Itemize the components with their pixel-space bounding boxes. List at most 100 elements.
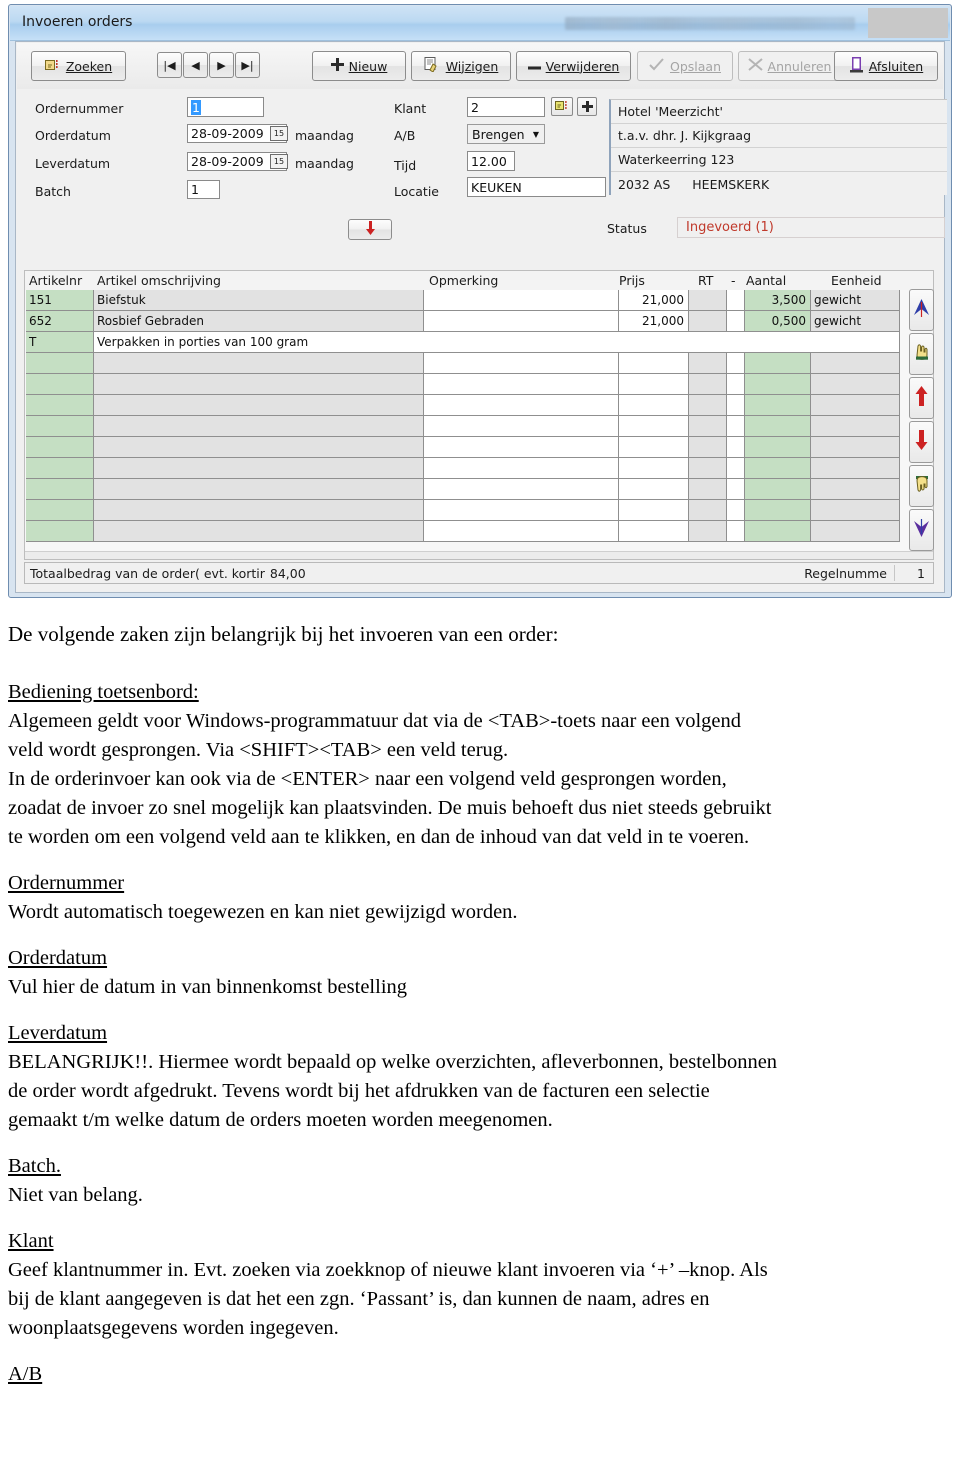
nav-last-button[interactable]: ▶| — [235, 52, 260, 78]
ab-select[interactable]: Brengen ▼ — [467, 124, 545, 144]
cell-omschrijving[interactable] — [94, 437, 424, 458]
cell-artikelnr[interactable] — [26, 416, 94, 437]
cell-opmerking[interactable] — [424, 521, 619, 542]
cell-opmerking[interactable] — [424, 290, 619, 311]
grid-header-aantal[interactable]: Aantal — [746, 273, 786, 288]
wijzigen-button[interactable]: Wijzigen — [411, 51, 511, 81]
cell-aantal[interactable] — [745, 500, 811, 521]
cell-prijs[interactable]: 21,000 — [619, 290, 689, 311]
cell-eenheid[interactable] — [811, 416, 900, 437]
cell-artikelnr[interactable]: 652 — [26, 311, 94, 332]
cell-omschrijving[interactable] — [94, 353, 424, 374]
cell-prijs[interactable] — [619, 437, 689, 458]
cell-aantal[interactable] — [745, 458, 811, 479]
cell-min[interactable] — [727, 437, 745, 458]
leverdatum-calendar-icon[interactable]: 15 — [270, 154, 288, 169]
cell-rt[interactable] — [689, 374, 727, 395]
table-row[interactable] — [26, 416, 900, 437]
cell-opmerking[interactable] — [424, 416, 619, 437]
cell-artikelnr[interactable] — [26, 500, 94, 521]
cell-opmerking[interactable] — [424, 353, 619, 374]
klant-input[interactable]: 2 — [467, 97, 545, 117]
cell-rt[interactable] — [689, 395, 727, 416]
cell-opmerking[interactable] — [424, 374, 619, 395]
annuleren-button[interactable]: Annuleren — [738, 51, 841, 81]
grid-horizontal-scrollbar[interactable] — [25, 551, 933, 559]
go-to-bottom-button[interactable] — [909, 509, 934, 551]
cell-rt[interactable] — [689, 521, 727, 542]
cell-aantal[interactable] — [745, 479, 811, 500]
cell-omschrijving[interactable]: Biefstuk — [94, 290, 424, 311]
copy-down-button[interactable] — [348, 219, 392, 240]
cell-omschrijving[interactable] — [94, 500, 424, 521]
cell-prijs[interactable] — [619, 416, 689, 437]
cell-aantal[interactable] — [745, 395, 811, 416]
cell-opmerking[interactable] — [424, 311, 619, 332]
cell-artikelnr[interactable] — [26, 458, 94, 479]
go-to-top-button[interactable] — [909, 289, 934, 331]
cell-prijs[interactable] — [619, 395, 689, 416]
cell-prijs[interactable] — [619, 521, 689, 542]
cell-min[interactable] — [727, 290, 745, 311]
cell-rt[interactable] — [689, 416, 727, 437]
cell-opmerking[interactable] — [424, 395, 619, 416]
cell-prijs[interactable] — [619, 353, 689, 374]
cell-aantal[interactable]: 3,500 — [745, 290, 811, 311]
cell-artikelnr[interactable]: T — [26, 332, 94, 353]
cell-eenheid[interactable] — [811, 353, 900, 374]
cell-prijs[interactable] — [619, 374, 689, 395]
table-row[interactable] — [26, 353, 900, 374]
afsluiten-button[interactable]: Afsluiten — [834, 51, 938, 81]
cell-artikelnr[interactable] — [26, 479, 94, 500]
cell-rt[interactable] — [689, 458, 727, 479]
cell-omschrijving[interactable] — [94, 374, 424, 395]
cell-omschrijving[interactable]: Rosbief Gebraden — [94, 311, 424, 332]
grid-header-prijs[interactable]: Prijs — [619, 273, 645, 288]
drop-line-button[interactable] — [909, 465, 934, 507]
cell-omschrijving[interactable] — [94, 416, 424, 437]
cell-aantal[interactable] — [745, 353, 811, 374]
cell-opmerking[interactable] — [424, 500, 619, 521]
verwijderen-button[interactable]: Verwijderen — [516, 51, 631, 81]
opslaan-button[interactable]: Opslaan — [637, 51, 733, 81]
grid-header-opmerking[interactable]: Opmerking — [429, 273, 498, 288]
move-line-up-button[interactable] — [909, 377, 934, 419]
nav-first-button[interactable]: |◀ — [157, 52, 182, 78]
cell-artikelnr[interactable] — [26, 437, 94, 458]
grid-header-eenheid[interactable]: Eenheid — [831, 273, 882, 288]
table-row[interactable] — [26, 500, 900, 521]
nav-next-button[interactable]: ▶ — [209, 52, 234, 78]
cell-aantal[interactable] — [745, 416, 811, 437]
batch-input[interactable]: 1 — [187, 180, 220, 199]
grid-header-min[interactable]: - — [731, 273, 736, 288]
cell-artikelnr[interactable] — [26, 521, 94, 542]
cell-rt[interactable] — [689, 437, 727, 458]
cell-eenheid[interactable] — [811, 479, 900, 500]
cell-omschrijving[interactable]: Verpakken in porties van 100 gram — [94, 332, 900, 353]
table-row[interactable]: 151 Biefstuk 21,000 3,500 gewicht — [26, 290, 900, 311]
cell-artikelnr[interactable] — [26, 395, 94, 416]
klant-search-button[interactable] — [551, 97, 573, 116]
cell-eenheid[interactable] — [811, 395, 900, 416]
klant-add-button[interactable] — [577, 97, 597, 116]
tijd-input[interactable]: 12.00 — [467, 151, 515, 171]
orderdatum-calendar-icon[interactable]: 15 — [270, 126, 288, 141]
cell-opmerking[interactable] — [424, 458, 619, 479]
zoeken-button[interactable]: Zoeken — [31, 51, 126, 81]
table-row[interactable] — [26, 437, 900, 458]
cell-min[interactable] — [727, 458, 745, 479]
table-row[interactable] — [26, 479, 900, 500]
cell-aantal[interactable]: 0,500 — [745, 311, 811, 332]
table-row[interactable]: 652 Rosbief Gebraden 21,000 0,500 gewicht — [26, 311, 900, 332]
locatie-input[interactable]: KEUKEN — [467, 177, 606, 197]
cell-omschrijving[interactable] — [94, 521, 424, 542]
cell-min[interactable] — [727, 500, 745, 521]
table-row[interactable]: T Verpakken in porties van 100 gram — [26, 332, 900, 353]
cell-eenheid[interactable] — [811, 500, 900, 521]
table-row[interactable] — [26, 521, 900, 542]
table-row[interactable] — [26, 374, 900, 395]
cell-rt[interactable] — [689, 500, 727, 521]
grid-header-artikelnr[interactable]: Artikelnr — [29, 273, 82, 288]
cell-eenheid[interactable] — [811, 458, 900, 479]
cell-artikelnr[interactable] — [26, 374, 94, 395]
